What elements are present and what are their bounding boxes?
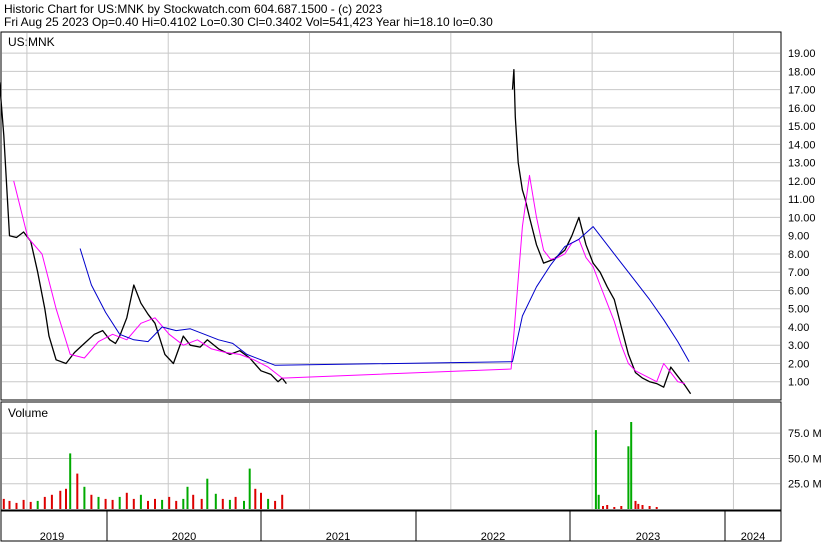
volume-bar	[214, 493, 217, 509]
volume-bar	[602, 506, 604, 509]
price-tick-label: 11.00	[788, 194, 815, 206]
price-tick-label: 6.00	[788, 285, 809, 297]
volume-bar	[65, 488, 67, 509]
volume-bar	[69, 453, 72, 509]
volume-bar	[76, 473, 79, 509]
volume-bar	[29, 501, 32, 509]
volume-bar	[15, 502, 18, 509]
x-tick-label: 2023	[636, 531, 660, 543]
price-tick-label: 4.00	[788, 322, 809, 334]
price-tick-label: 5.00	[788, 304, 809, 316]
volume-bar	[597, 494, 600, 509]
price-tick-label: 15.00	[788, 121, 816, 133]
volume-bar	[200, 498, 203, 509]
volume-bar	[2, 498, 5, 509]
price-tick-label: 16.00	[788, 103, 816, 115]
volume-panel: Volume 25.0 M 50.0 M 75.0 M	[0, 401, 822, 511]
volume-bar	[182, 498, 185, 509]
price-tick-label: 10.00	[788, 212, 816, 224]
volume-bar	[594, 430, 597, 509]
volume-bar	[132, 498, 135, 509]
volume-bar	[243, 500, 245, 509]
x-tick-label: 2021	[326, 531, 350, 543]
volume-bar	[43, 496, 46, 509]
price-tick-label: 18.00	[788, 66, 816, 78]
volume-tick-label: 75.0 M	[788, 428, 822, 440]
volume-bar	[248, 468, 251, 509]
volume-bar	[22, 499, 25, 509]
volume-bar	[206, 478, 209, 509]
volume-bar	[36, 500, 39, 509]
volume-bar	[274, 500, 277, 509]
price-tick-label: 7.00	[788, 267, 809, 279]
price-tick-label: 9.00	[788, 231, 809, 243]
volume-bar	[234, 496, 237, 509]
volume-panel-title: Volume	[8, 406, 48, 420]
volume-bar	[104, 498, 107, 509]
volume-bar	[139, 494, 142, 509]
price-panel-title: US:MNK	[8, 35, 55, 49]
price-tick-label: 19.00	[788, 48, 816, 60]
volume-bar	[147, 500, 149, 509]
volume-bar	[118, 496, 121, 509]
price-tick-label: 12.00	[788, 176, 816, 188]
volume-bar	[260, 492, 262, 509]
volume-frame	[0, 401, 782, 511]
volume-bar	[254, 488, 257, 509]
volume-bar	[192, 494, 195, 509]
volume-bar	[186, 486, 189, 509]
x-tick-label: 2024	[741, 531, 765, 543]
volume-bar	[281, 494, 284, 509]
volume-bar	[228, 499, 231, 509]
header-line1: Historic Chart for US:MNK by Stockwatch.…	[4, 2, 382, 16]
volume-bar	[637, 503, 640, 509]
volume-bar	[655, 507, 658, 509]
x-axis-frame	[0, 510, 782, 542]
volume-bar	[50, 494, 53, 509]
price-tick-label: 1.00	[788, 377, 809, 389]
stock-chart: Historic Chart for US:MNK by Stockwatch.…	[0, 2, 822, 543]
volume-bar	[154, 498, 156, 509]
volume-bar	[606, 505, 609, 509]
volume-bar	[613, 507, 616, 509]
volume-bar	[634, 500, 637, 509]
volume-bar	[111, 499, 114, 509]
x-axis: 2019 2020 2021 2022 2023 2024	[0, 510, 782, 543]
x-tick-label: 2019	[40, 531, 64, 543]
volume-tick-label: 25.0 M	[788, 479, 822, 491]
price-tick-label: 2.00	[788, 358, 809, 370]
x-tick-label: 2020	[172, 531, 196, 543]
volume-bar	[125, 492, 128, 509]
volume-bar	[221, 498, 224, 509]
volume-bar	[59, 490, 62, 509]
volume-bar	[620, 506, 623, 509]
header-line2: Fri Aug 25 2023 Op=0.40 Hi=0.4102 Lo=0.3…	[4, 15, 493, 29]
volume-bar	[90, 494, 93, 509]
volume-bar	[267, 498, 270, 509]
price-panel: US:MNK 1.00 2.00 3.00 4.00 5.00 6.00 7.00 8.00 9…	[0, 31, 816, 401]
price-tick-label: 13.00	[788, 158, 816, 170]
price-tick-label: 3.00	[788, 340, 809, 352]
volume-bar	[175, 500, 178, 509]
volume-bar	[641, 505, 644, 509]
volume-bar	[83, 486, 86, 509]
volume-tick-label: 50.0 M	[788, 453, 822, 465]
volume-bar	[168, 496, 171, 509]
volume-bar	[630, 422, 633, 509]
price-tick-label: 8.00	[788, 249, 809, 261]
volume-bar	[97, 496, 100, 509]
price-tick-label: 14.00	[788, 139, 816, 151]
volume-bar	[8, 500, 11, 509]
x-tick-label: 2022	[481, 531, 505, 543]
volume-bar	[161, 499, 164, 509]
volume-bar	[627, 446, 630, 509]
volume-bar	[648, 506, 651, 509]
price-tick-label: 17.00	[788, 85, 816, 97]
